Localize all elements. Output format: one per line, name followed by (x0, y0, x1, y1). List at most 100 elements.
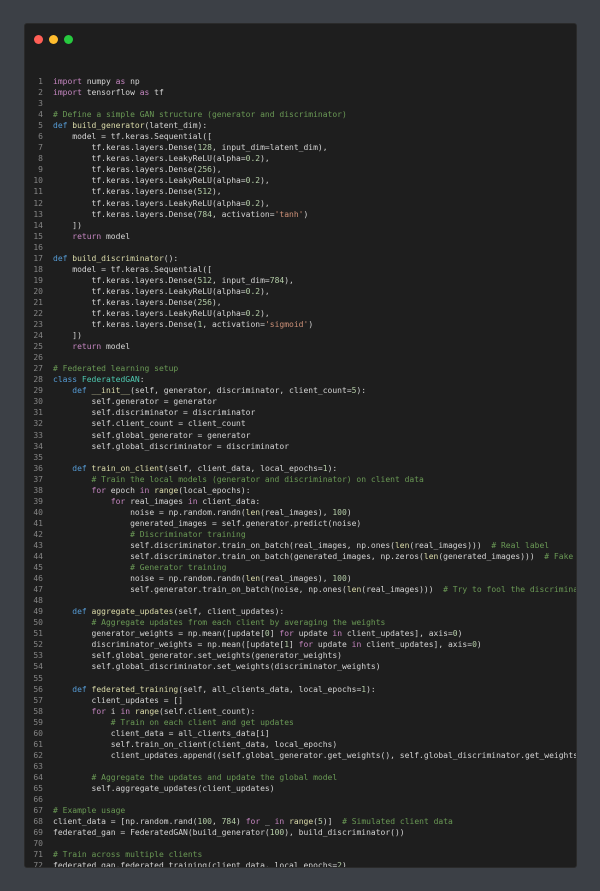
code-line: 63 (25, 761, 576, 772)
code-token: def (72, 607, 87, 617)
code-token: federated_training (91, 684, 179, 694)
line-number: 20 (33, 286, 43, 296)
code-token: numpy (81, 77, 116, 86)
code-token: client_data = [np.random.rand( (53, 817, 198, 827)
code-line: 16 (25, 242, 576, 253)
code-line: 56 def federated_training(self, all_clie… (25, 684, 576, 695)
line-source: self.train_on_client(client_data, local_… (53, 739, 337, 750)
code-line: 38 for epoch in range(local_epochs): (25, 485, 576, 496)
code-token: range (289, 817, 314, 827)
code-token: real_images (125, 496, 188, 506)
code-token: (real_images), (260, 507, 333, 517)
code-token: model = tf.keras.Sequential([ (53, 264, 212, 274)
code-token: ) (346, 574, 352, 584)
code-token: (real_images))) (409, 540, 492, 550)
code-token: (self, generator, discriminator, client_… (130, 386, 352, 396)
code-token: generator_weights = np.mean([update[ (53, 629, 265, 639)
code-token: model (101, 342, 131, 352)
code-line: 45 # Generator training (25, 562, 576, 573)
line-number: 4 (38, 110, 43, 120)
line-number: 16 (33, 242, 43, 252)
code-token: self.global_discriminator.set_weights(di… (53, 662, 381, 672)
code-token: import (53, 88, 82, 98)
code-token: (self, client_data, local_epochs= (163, 463, 323, 473)
code-line: 49 def aggregate_updates(self, client_up… (25, 606, 576, 617)
code-token: range (154, 485, 179, 495)
code-line: 59 # Train on each client and get update… (25, 717, 576, 728)
code-token: (latent_dim): (144, 121, 208, 131)
minimize-dot-icon[interactable] (49, 35, 58, 44)
code-token: # Generator training (130, 563, 227, 573)
code-token: : (139, 375, 145, 385)
code-token: ]) (53, 331, 82, 341)
code-token: tf.keras.layers.LeakyReLU(alpha= (53, 198, 246, 208)
line-source: # Federated learning setup (53, 363, 178, 374)
code-line: 46 noise = np.random.randn(len(real_imag… (25, 573, 576, 584)
code-line: 8 tf.keras.layers.LeakyReLU(alpha=0.2), (25, 153, 576, 164)
line-number: 47 (33, 585, 43, 595)
line-number: 71 (33, 850, 43, 860)
code-token: discriminator_weights = np.mean([update[ (53, 640, 285, 650)
code-line: 6 model = tf.keras.Sequential([ (25, 131, 576, 142)
code-token: def (53, 253, 68, 263)
code-token: tf.keras.layers.LeakyReLU(alpha= (53, 154, 246, 164)
code-token: def (53, 121, 68, 131)
code-token: len (346, 585, 362, 595)
line-source: # Define a simple GAN structure (generat… (53, 109, 347, 120)
code-token: # Discriminator training (130, 529, 246, 539)
code-token: in (120, 706, 131, 716)
line-source: def build_discriminator(): (53, 253, 178, 264)
code-token: 0.2 (245, 154, 261, 164)
maximize-dot-icon[interactable] (64, 35, 73, 44)
line-source: self.global_generator.set_weights(genera… (53, 650, 342, 661)
code-token: ), (260, 308, 270, 318)
code-line: 39 for real_images in client_data: (25, 496, 576, 507)
line-number: 48 (33, 596, 43, 606)
line-source: noise = np.random.randn(len(real_images)… (53, 507, 352, 518)
code-token: def (72, 684, 87, 694)
code-token: update (293, 629, 333, 639)
line-number: 56 (33, 684, 43, 694)
code-line: 26 (25, 352, 576, 363)
line-number: 26 (33, 353, 43, 363)
code-line: 20 tf.keras.layers.LeakyReLU(alpha=0.2), (25, 286, 576, 297)
code-window: 1 import numpy as np 2 import tensorflow as… (24, 23, 577, 868)
line-source: tf.keras.layers.LeakyReLU(alpha=0.2), (53, 198, 270, 209)
code-line: 22 tf.keras.layers.LeakyReLU(alpha=0.2), (25, 308, 576, 319)
code-token: tf.keras.layers.LeakyReLU(alpha= (53, 286, 246, 296)
code-token: return (72, 231, 102, 241)
line-source: # Aggregate updates from each client by … (53, 617, 386, 628)
code-token: class (53, 375, 78, 385)
code-token: 256 (197, 297, 212, 307)
line-number: 62 (33, 750, 43, 760)
line-source: for real_images in client_data: (53, 496, 260, 507)
code-token: as (139, 88, 150, 98)
line-number: 2 (38, 88, 43, 98)
line-number: 69 (33, 828, 43, 838)
line-source: discriminator_weights = np.mean([update[… (53, 639, 482, 650)
line-number: 5 (38, 121, 43, 131)
close-dot-icon[interactable] (34, 35, 43, 44)
line-number: 18 (33, 264, 43, 274)
code-line: 54 self.global_discriminator.set_weights… (25, 661, 576, 672)
line-number: 27 (33, 364, 43, 374)
line-source: # Discriminator training (53, 529, 246, 540)
code-editor[interactable]: 1 import numpy as np 2 import tensorflow as… (25, 76, 576, 867)
code-line: 9 tf.keras.layers.Dense(256), (25, 164, 576, 175)
line-number: 70 (33, 839, 43, 849)
line-number: 15 (33, 231, 43, 241)
line-source: import numpy as np (53, 76, 140, 87)
line-number: 67 (33, 806, 43, 816)
line-number: 30 (33, 397, 43, 407)
line-source: generated_images = self.generator.predic… (53, 518, 361, 529)
code-line: 36 def train_on_client(self, client_data… (25, 463, 576, 474)
code-line: 50 # Aggregate updates from each client … (25, 617, 576, 628)
code-token: # Aggregate updates from each client by … (91, 618, 386, 628)
code-token: for (91, 706, 106, 716)
code-token: ) (457, 629, 463, 639)
code-line: 42 # Discriminator training (25, 529, 576, 540)
code-token: update (313, 640, 352, 650)
